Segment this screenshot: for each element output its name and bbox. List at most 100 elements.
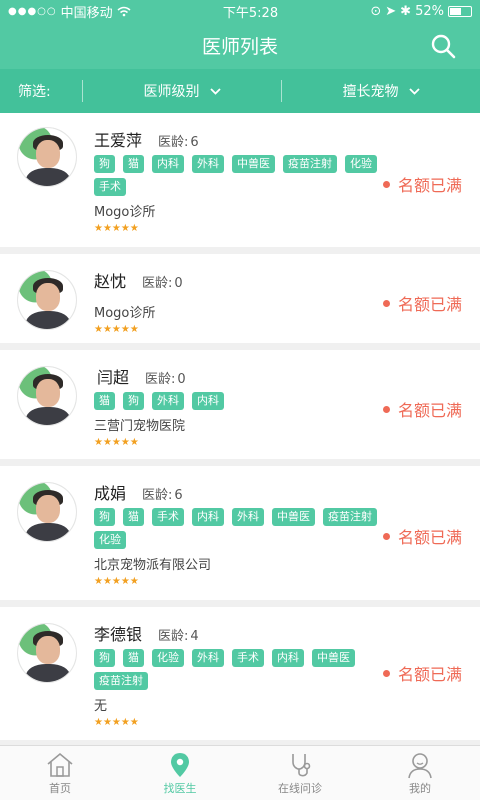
doctor-card[interactable]: 李德银 医龄: 4 狗 猫 化验 外科 手术 内科 中兽医 疫苗注射 无 ★★★★…	[0, 607, 480, 745]
clinic-name: Mogo诊所	[94, 306, 156, 321]
signal-icon: ●●●○○	[8, 5, 57, 17]
search-icon[interactable]	[430, 33, 456, 59]
tab-home[interactable]: 首页	[0, 746, 120, 800]
doctor-age: 医龄: 0	[145, 372, 186, 387]
stethoscope-icon	[292, 754, 311, 777]
star-rating: ★★★★★	[94, 717, 139, 728]
avatar	[17, 623, 77, 683]
star-rating: ★★★★★	[94, 223, 139, 234]
tab-label: 在线问诊	[278, 782, 322, 795]
doctor-age: 医龄: 6	[158, 135, 199, 150]
doctor-card[interactable]: 闫超 医龄: 0 猫 狗 外科 内科 三营门宠物医院 ★★★★★ 名额已满	[0, 350, 480, 466]
star-rating: ★★★★★	[94, 437, 139, 448]
pet-specialty-filter[interactable]: 擅长宠物	[282, 81, 480, 101]
status-badge: 名额已满	[382, 291, 462, 315]
location-arrow-icon: ➤	[385, 3, 397, 19]
clinic-name: 无	[94, 699, 108, 714]
tag: 猫	[123, 508, 144, 526]
battery-label: 52%	[415, 3, 444, 19]
doctor-name: 李德银	[94, 625, 143, 644]
tag: 中兽医	[312, 649, 355, 667]
doctor-list: 王爱萍 医龄: 6 狗 猫 内科 外科 中兽医 疫苗注射 化验 手术 Mogo诊所…	[0, 113, 480, 745]
tab-label: 找医生	[163, 782, 197, 795]
pet-specialty-label: 擅长宠物	[342, 84, 399, 100]
tag-list: 猫 狗 外科 内科	[94, 392, 380, 410]
filter-label: 筛选:	[18, 84, 51, 100]
chevron-down-icon	[408, 87, 420, 95]
tag: 疫苗注射	[283, 155, 337, 173]
tag: 中兽医	[232, 155, 275, 173]
doctor-level-label: 医师级别	[143, 84, 200, 100]
doctor-name: 王爱萍	[94, 131, 143, 150]
doctor-card[interactable]: 赵忱 医龄: 0 Mogo诊所 ★★★★★ 名额已满	[0, 254, 480, 350]
tag: 手术	[94, 178, 126, 196]
avatar	[17, 366, 77, 426]
tag: 狗	[94, 508, 115, 526]
tag: 内科	[272, 649, 304, 667]
doctor-card[interactable]: 王爱萍 医龄: 6 狗 猫 内科 外科 中兽医 疫苗注射 化验 手术 Mogo诊所…	[0, 113, 480, 254]
app-screen: ●●●○○ 中国移动 下午5:28 ⊙ ➤ ✱ 52% 医师列表 筛选: 医师级…	[0, 0, 480, 800]
chevron-down-icon	[209, 87, 221, 95]
doctor-age: 医龄: 0	[142, 276, 183, 291]
bluetooth-icon: ✱	[400, 3, 412, 19]
tag: 化验	[94, 531, 126, 549]
home-icon	[47, 752, 73, 777]
tag: 内科	[192, 392, 224, 410]
doctor-age: 医龄: 6	[142, 488, 183, 503]
filter-bar: 筛选: 医师级别 擅长宠物	[0, 69, 480, 113]
status-dot-icon	[382, 299, 390, 307]
user-icon	[408, 753, 432, 779]
clinic-name: 三营门宠物医院	[94, 419, 186, 434]
tag: 内科	[192, 508, 224, 526]
battery-icon	[447, 5, 472, 17]
tag: 疫苗注射	[323, 508, 377, 526]
tag: 狗	[123, 392, 144, 410]
tag-list: 狗 猫 内科 外科 中兽医 疫苗注射 化验 手术	[94, 155, 380, 196]
doctor-name: 成娟	[94, 484, 127, 503]
tag-list: 狗 猫 手术 内科 外科 中兽医 疫苗注射 化验	[94, 508, 380, 549]
tag-list: 狗 猫 化验 外科 手术 内科 中兽医 疫苗注射	[94, 649, 380, 690]
doctor-card[interactable]: 成娟 医龄: 6 狗 猫 手术 内科 外科 中兽医 疫苗注射 化验 北京宠物派有限…	[0, 466, 480, 607]
carrier-label: 中国移动	[60, 5, 113, 21]
tab-profile[interactable]: 我的	[360, 746, 480, 800]
tab-find-doctor[interactable]: 找医生	[120, 746, 240, 800]
location-pin-icon	[171, 753, 189, 777]
tag: 外科	[192, 155, 224, 173]
status-dot-icon	[382, 405, 390, 413]
tag: 内科	[152, 155, 184, 173]
tag: 外科	[232, 508, 264, 526]
tab-label: 首页	[49, 782, 71, 795]
tab-online-consult[interactable]: 在线问诊	[240, 746, 360, 800]
status-dot-icon	[382, 532, 390, 540]
tag: 手术	[232, 649, 264, 667]
status-time: 下午5:28	[222, 5, 279, 21]
tag: 外科	[152, 392, 184, 410]
tag: 猫	[123, 155, 144, 173]
doctor-level-filter[interactable]: 医师级别	[83, 81, 281, 101]
tag: 外科	[192, 649, 224, 667]
bottom-tab-bar: 首页 找医生 在线问诊 我的	[0, 745, 480, 800]
lock-rotation-icon: ⊙	[370, 3, 382, 19]
tag: 猫	[123, 649, 144, 667]
status-dot-icon	[382, 180, 390, 188]
star-rating: ★★★★★	[94, 324, 139, 335]
tab-label: 我的	[409, 782, 431, 795]
clinic-name: Mogo诊所	[94, 205, 156, 220]
star-rating: ★★★★★	[94, 576, 139, 587]
tag: 狗	[94, 155, 115, 173]
status-dot-icon	[382, 669, 390, 677]
avatar	[17, 482, 77, 542]
status-badge: 名额已满	[382, 397, 462, 421]
page-title: 医师列表	[201, 36, 278, 58]
clinic-name: 北京宠物派有限公司	[94, 558, 212, 573]
doctor-name: 赵忱	[94, 272, 127, 291]
status-badge: 名额已满	[382, 524, 462, 548]
doctor-name: 闫超	[97, 368, 130, 387]
doctor-age: 医龄: 4	[158, 629, 199, 644]
title-bar: 医师列表	[0, 22, 480, 69]
tag: 疫苗注射	[94, 672, 148, 690]
tag: 中兽医	[272, 508, 315, 526]
top-header: ●●●○○ 中国移动 下午5:28 ⊙ ➤ ✱ 52% 医师列表	[0, 0, 480, 69]
status-badge: 名额已满	[382, 661, 462, 685]
tag: 手术	[152, 508, 184, 526]
